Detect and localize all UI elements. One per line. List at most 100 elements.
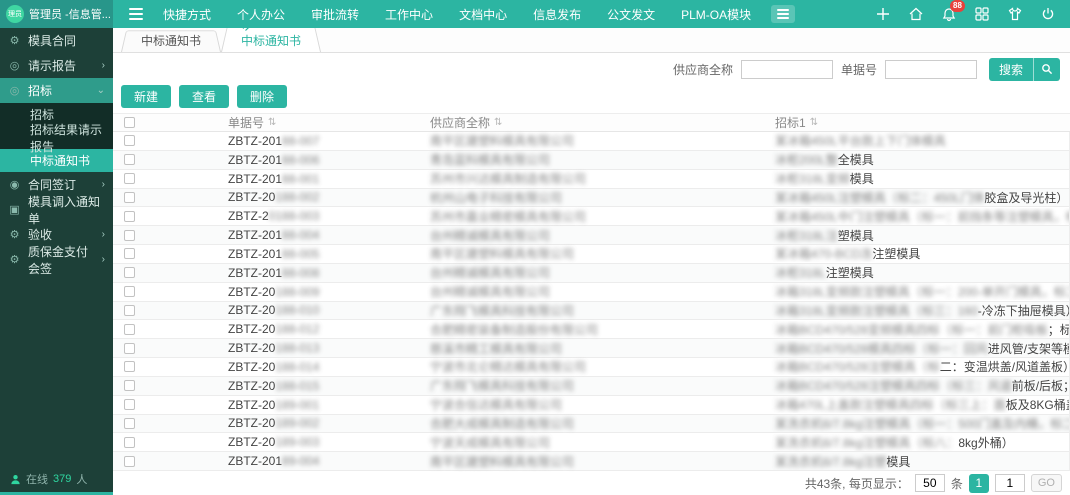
table-row[interactable]: ZBTZ-20188-008台州精诚模具有限公司冰柜318L注塑模具 [113, 264, 1069, 283]
table-row[interactable]: ZBTZ-20188-003苏州市嘉业精密模具有限公司某冰箱450L中门注塑模具… [113, 207, 1069, 226]
supplier-redacted: 宁波合信达模具有限公司 [430, 398, 562, 412]
row-checkbox[interactable] [124, 286, 135, 297]
topnav-item[interactable]: PLM-OA模块 [681, 6, 751, 23]
bid-text: 胶盒及导光柱） [984, 191, 1068, 205]
new-button[interactable]: 新建 [121, 85, 171, 108]
bid-redacted: 冰柜318L注 [775, 229, 838, 243]
topnav-item[interactable]: 快捷方式 [163, 6, 211, 23]
row-checkbox[interactable] [124, 437, 135, 448]
table-row[interactable]: ZBTZ-20188-010广东翔飞模具科技有限公司冰箱318L变频款注塑模具（… [113, 302, 1069, 321]
row-checkbox[interactable] [124, 399, 135, 410]
home-icon[interactable] [908, 6, 924, 22]
table-row[interactable]: ZBTZ-20188-009台州精诚模具有限公司冰箱318L变频款注塑模具（标一… [113, 283, 1069, 302]
supplier-redacted: 广东翔飞模具科技有限公司 [430, 304, 574, 318]
table-row[interactable]: ZBTZ-20188-006青岛蓝科模具有限公司冰柜200L整全模具 [113, 151, 1069, 170]
theme-shirt-icon[interactable] [1007, 6, 1023, 22]
sort-icon[interactable]: ⇅ [268, 117, 276, 128]
avatar[interactable]: 理员 [6, 5, 24, 23]
supplier-redacted: 苏州市兴达模具制造有限公司 [430, 172, 586, 186]
supplier-redacted: 台州精诚模具有限公司 [430, 266, 550, 280]
topnav-item[interactable]: 审批流转 [311, 6, 359, 23]
tab-zhongbiao-list[interactable]: 中标通知书 [121, 28, 221, 52]
user-block[interactable]: 理员 管理员 -信息管... [0, 0, 113, 28]
bid-text: 8kg外桶） [958, 436, 1013, 450]
sidebar-subitem[interactable]: 招标结果请示报告 [0, 126, 113, 149]
cell-supplier: 台州精诚模具有限公司 [375, 283, 720, 300]
table-row[interactable]: ZBTZ-20188-013慈溪市精工模具有限公司冰箱BCD470/528模具四… [113, 339, 1069, 358]
row-checkbox[interactable] [124, 418, 135, 429]
go-button[interactable]: GO [1031, 474, 1062, 492]
table-row[interactable]: ZBTZ-20188-007南平区建塑料模具有限公司某冰箱450L平台款上下门体… [113, 132, 1069, 151]
sort-icon[interactable]: ⇅ [494, 117, 502, 128]
topnav-item[interactable]: 信息发布 [533, 6, 581, 23]
cell-supplier: 广东翔飞模具科技有限公司 [375, 302, 720, 319]
more-menus-icon[interactable] [771, 5, 795, 23]
row-checkbox[interactable] [124, 248, 135, 259]
supplier-filter-label: 供应商全称 [673, 61, 733, 78]
row-checkbox[interactable] [124, 230, 135, 241]
table-row[interactable]: ZBTZ-20189-004南平区建塑料模具有限公司某洗衣机6/7.8kg注塑模… [113, 452, 1069, 471]
table-row[interactable]: ZBTZ-20188-012合肥精密装备制造股份有限公司冰箱BCD470/528… [113, 320, 1069, 339]
page-size-input[interactable] [915, 474, 945, 492]
target-icon: ◉ [8, 178, 21, 191]
row-checkbox[interactable] [124, 192, 135, 203]
chevron-right-icon: › [102, 60, 105, 71]
delete-button[interactable]: 删除 [237, 85, 287, 108]
apps-grid-icon[interactable] [974, 6, 990, 22]
row-checkbox[interactable] [124, 135, 135, 146]
sidebar-item[interactable]: ⚙质保金支付会签› [0, 247, 113, 272]
table-row[interactable]: ZBTZ-20188-004台州精诚模具有限公司冰柜318L注塑模具 [113, 226, 1069, 245]
row-checkbox[interactable] [124, 305, 135, 316]
row-checkbox[interactable] [124, 324, 135, 335]
sidebar-item[interactable]: ▣模具调入通知单 [0, 197, 113, 222]
row-checkbox[interactable] [124, 173, 135, 184]
table-row[interactable]: ZBTZ-20188-001苏州市兴达模具制造有限公司冰柜318L变频模具 [113, 170, 1069, 189]
sidebar-item[interactable]: ◎请示报告› [0, 53, 113, 78]
bid-text: 模具 [850, 172, 874, 186]
row-checkbox[interactable] [124, 211, 135, 222]
table-row[interactable]: ZBTZ-20189-001宁波合信达模具有限公司冰箱470L上盖款注塑模具四标… [113, 396, 1069, 415]
cell-docno: ZBTZ-20188-015 [145, 379, 375, 393]
add-icon[interactable] [875, 6, 891, 22]
row-checkbox[interactable] [124, 380, 135, 391]
docno-redacted: 188-014 [275, 360, 319, 374]
cell-docno: ZBTZ-20188-004 [145, 228, 375, 242]
row-checkbox[interactable] [124, 267, 135, 278]
supplier-redacted: 青岛蓝科模具有限公司 [430, 153, 550, 167]
topnav-item[interactable]: 工作中心 [385, 6, 433, 23]
search-button[interactable]: 搜索 [989, 58, 1060, 81]
current-page-button[interactable]: 1 [969, 474, 989, 493]
table-body: ZBTZ-20188-007南平区建塑料模具有限公司某冰箱450L平台款上下门体… [113, 132, 1070, 471]
supplier-input[interactable] [741, 60, 833, 79]
sort-icon[interactable]: ⇅ [810, 117, 818, 128]
table-row[interactable]: ZBTZ-20188-002杭州山电子科技有限公司某冰箱450L注塑模具（标二：… [113, 189, 1069, 208]
table-row[interactable]: ZBTZ-20189-002合肥大成模具制造有限公司某洗衣机6/7.8kg注塑模… [113, 415, 1069, 434]
cell-docno: ZBTZ-20189-004 [145, 454, 375, 468]
sidebar-item[interactable]: ◎招标⌄ [0, 78, 113, 103]
docno-input[interactable] [885, 60, 977, 79]
topnav-item[interactable]: 个人办公 [237, 6, 285, 23]
view-button[interactable]: 查看 [179, 85, 229, 108]
table-row[interactable]: ZBTZ-20188-015广东翔飞模具科技有限公司冰箱BCD470/528注塑… [113, 377, 1069, 396]
menu-toggle-icon[interactable] [125, 4, 147, 24]
row-checkbox[interactable] [124, 361, 135, 372]
topnav-item[interactable]: 公文发文 [607, 6, 655, 23]
sidebar-subitem-label: 中标通知书 [30, 152, 90, 169]
logout-power-icon[interactable] [1040, 6, 1056, 22]
goto-page-input[interactable] [995, 474, 1025, 492]
notifications-bell-icon[interactable]: 88 [941, 6, 957, 22]
table-row[interactable]: ZBTZ-20188-014宁波市北仑精达模具有限公司冰箱BCD470/528注… [113, 358, 1069, 377]
topnav-item[interactable]: 文档中心 [459, 6, 507, 23]
row-checkbox[interactable] [124, 154, 135, 165]
docno-redacted: 188-015 [275, 379, 319, 393]
row-checkbox[interactable] [124, 456, 135, 467]
table-row[interactable]: ZBTZ-20188-005南平区建塑料模具有限公司某冰箱470-BCD冻注塑模… [113, 245, 1069, 264]
cell-supplier: 苏州市嘉业精密模具有限公司 [375, 208, 720, 225]
cell-supplier: 苏州市兴达模具制造有限公司 [375, 170, 720, 187]
bid-redacted: 某洗衣机6/7.8kg注塑 [775, 455, 886, 469]
row-checkbox[interactable] [124, 343, 135, 354]
table-row[interactable]: ZBTZ-20189-003宁波天成模具有限公司某洗衣机6/7.8kg注塑模具（… [113, 433, 1069, 452]
select-all-checkbox[interactable] [124, 117, 135, 128]
sidebar-item[interactable]: ⚙模具合同 [0, 28, 113, 53]
online-unit: 人 [76, 471, 87, 487]
